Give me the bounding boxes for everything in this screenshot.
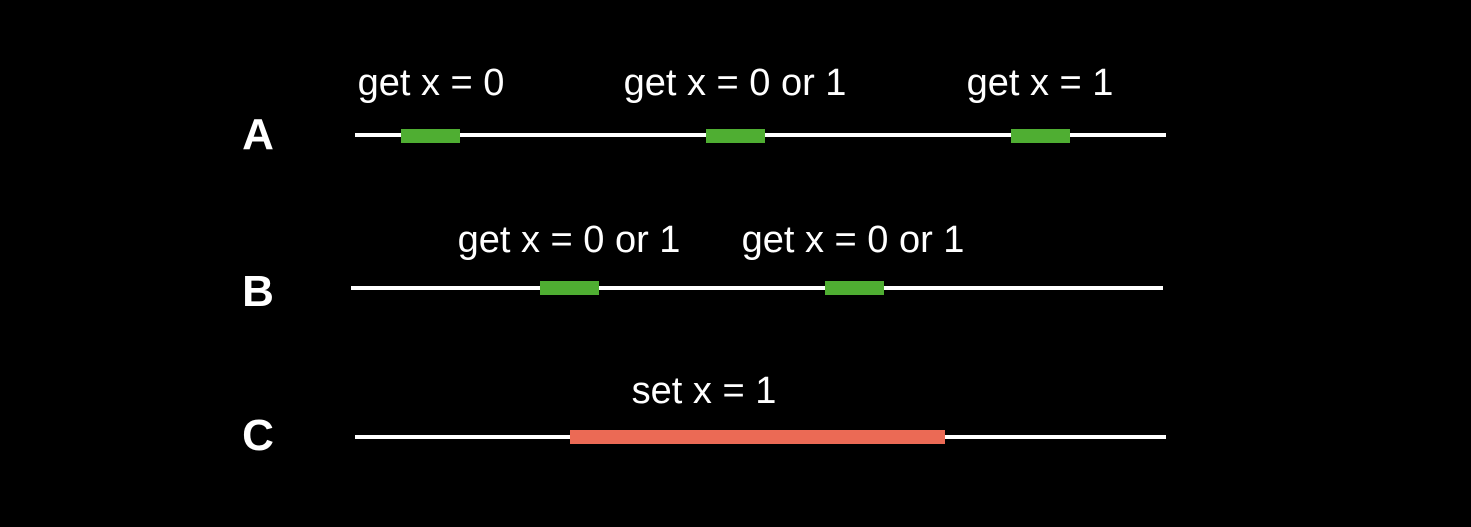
get-op-bar [825,281,884,295]
row-label-c: C [242,411,274,460]
get-op-bar [706,129,765,143]
get-op-bar [540,281,599,295]
op-label: get x = 0 [357,62,505,104]
op-label: get x = 0 or 1 [457,219,681,261]
timeline-b [351,286,1163,290]
set-op-bar [570,430,945,444]
op-label: get x = 0 or 1 [623,62,847,104]
op-label: get x = 1 [966,62,1114,104]
row-label-b: B [242,267,274,316]
timeline-diagram: A get x = 0 get x = 0 or 1 get x = 1 B g… [0,0,1471,527]
row-label-a: A [242,110,274,159]
get-op-bar [401,129,460,143]
op-label: get x = 0 or 1 [741,219,965,261]
op-label: set x = 1 [631,370,777,412]
get-op-bar [1011,129,1070,143]
